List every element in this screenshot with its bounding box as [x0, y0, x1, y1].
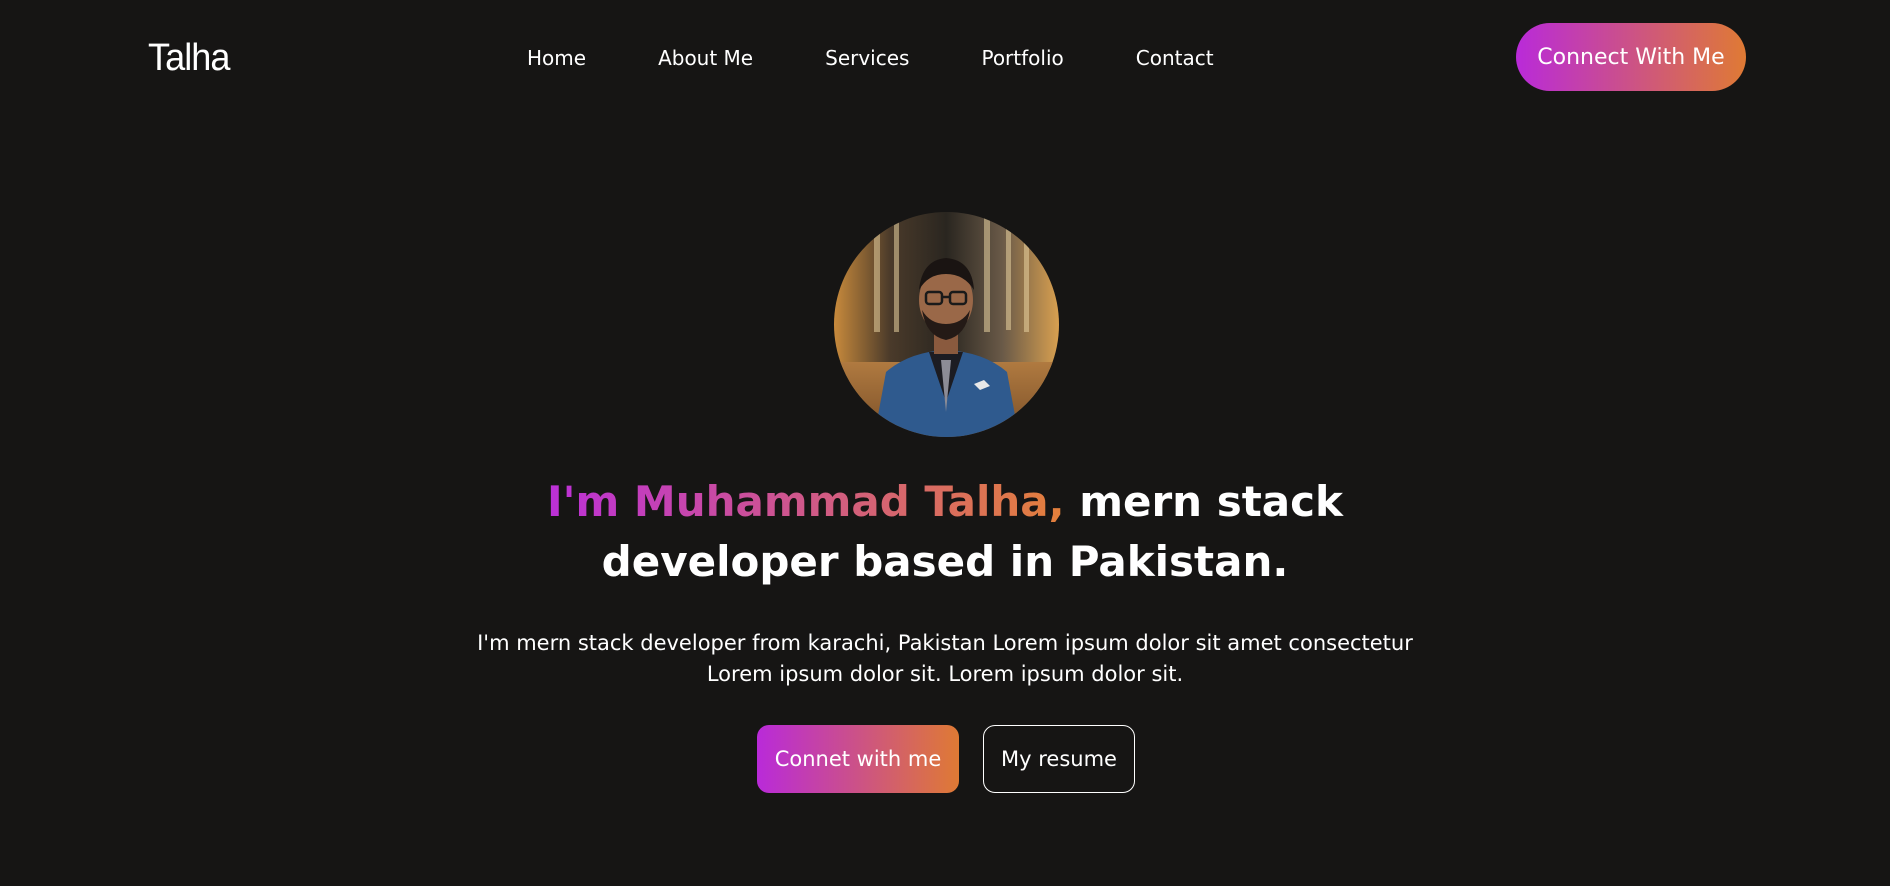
nav-item-contact[interactable]: Contact — [1136, 42, 1214, 74]
connet-with-me-button[interactable]: Connet with me — [757, 725, 959, 793]
profile-avatar — [834, 212, 1059, 437]
my-resume-button[interactable]: My resume — [983, 725, 1135, 793]
nav-menu: Home About Me Services Portfolio Contact — [527, 42, 1214, 74]
nav-item-portfolio[interactable]: Portfolio — [981, 42, 1063, 74]
hero-description: I'm mern stack developer from karachi, P… — [477, 631, 1413, 686]
connect-with-me-button[interactable]: Connect With Me — [1516, 23, 1746, 91]
hero-headline: I'm Muhammad Talha, mern stack developer… — [445, 472, 1445, 592]
page: Talha Home About Me Services Portfolio C… — [0, 0, 1890, 886]
avatar-photo — [834, 212, 1059, 437]
nav-item-about-me[interactable]: About Me — [658, 42, 753, 74]
nav-item-services[interactable]: Services — [825, 42, 909, 74]
navbar: Talha Home About Me Services Portfolio C… — [0, 0, 1890, 116]
logo[interactable]: Talha — [148, 32, 230, 84]
nav-item-home[interactable]: Home — [527, 42, 586, 74]
headline-name: I'm Muhammad Talha, — [547, 477, 1065, 526]
